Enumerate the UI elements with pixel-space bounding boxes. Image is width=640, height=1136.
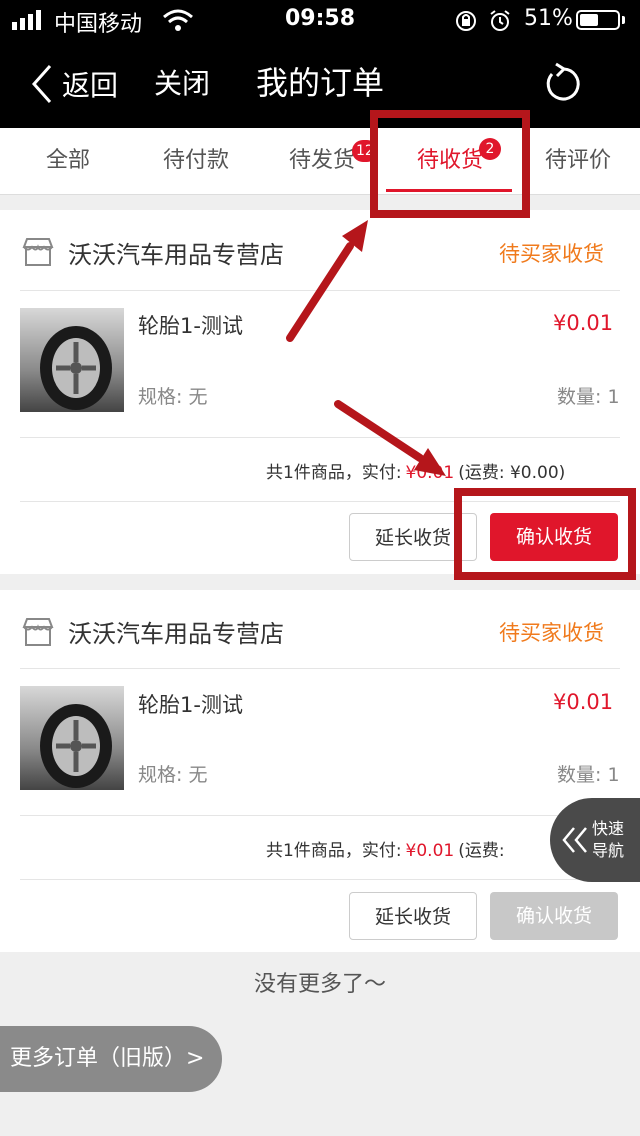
battery-icon [576, 10, 620, 30]
store-name[interactable]: 沃沃汽车用品专营店 [68, 614, 284, 649]
product-price: ¥0.01 [553, 311, 614, 335]
product-name[interactable]: 轮胎1-测试 [138, 310, 243, 340]
order-status: 待买家收货 [499, 242, 604, 266]
double-chevron-left-icon [562, 827, 587, 853]
tire-image[interactable] [20, 686, 124, 790]
product-price: ¥0.01 [553, 690, 614, 714]
store-icon [22, 618, 54, 646]
quick-nav-label: 快速 导航 [592, 818, 624, 862]
tab-all[interactable]: 全部 [4, 128, 132, 194]
divider [20, 290, 620, 291]
quick-nav-label-line2: 导航 [592, 841, 625, 860]
divider [20, 879, 620, 880]
battery-level [580, 14, 598, 26]
summary-shipping: (运费: ¥0.00) [458, 463, 566, 483]
divider [20, 668, 620, 669]
quick-nav-button[interactable]: 快速 导航 [550, 798, 640, 882]
store-name[interactable]: 沃沃汽车用品专营店 [68, 235, 284, 270]
quick-nav-label-line1: 快速 [592, 819, 625, 838]
refresh-icon[interactable] [542, 62, 586, 106]
summary-amount: ¥0.01 [405, 841, 455, 861]
divider [20, 815, 620, 816]
battery-percent: 51% [524, 6, 573, 31]
highlight-box-tab [370, 110, 530, 218]
lock-rotation-icon [456, 11, 476, 31]
confirm-receipt-button[interactable]: 确认收货 [490, 892, 618, 940]
tab-pending-review[interactable]: 待评价 [514, 128, 640, 194]
order-status: 待买家收货 [499, 621, 604, 645]
summary-prefix: 共1件商品，实付: [266, 463, 402, 483]
product-quantity: 数量: 1 [557, 764, 620, 786]
tab-pending-payment[interactable]: 待付款 [132, 128, 260, 194]
highlight-box-confirm [454, 488, 636, 580]
store-icon [22, 238, 54, 266]
alarm-icon [490, 10, 510, 31]
divider [20, 437, 620, 438]
summary-prefix: 共1件商品，实付: [266, 841, 402, 861]
product-spec: 规格: 无 [138, 764, 208, 786]
summary-amount: ¥0.01 [405, 463, 455, 483]
product-name[interactable]: 轮胎1-测试 [138, 689, 243, 719]
order-summary: 共1件商品，实付: ¥0.01 (运费: [266, 836, 505, 861]
no-more-text: 没有更多了～ [253, 972, 386, 997]
order-summary: 共1件商品，实付: ¥0.01 (运费: ¥0.00) [266, 458, 565, 483]
product-spec: 规格: 无 [138, 386, 208, 408]
tire-image[interactable] [20, 308, 124, 412]
summary-shipping: (运费: [458, 841, 505, 861]
old-orders-button[interactable]: 更多订单（旧版）> [0, 1026, 222, 1092]
battery-tip [622, 16, 625, 24]
extend-receipt-button[interactable]: 延长收货 [349, 892, 477, 940]
order-tabs: 全部 待付款 待发货 待收货 待评价 [0, 128, 640, 195]
product-quantity: 数量: 1 [557, 386, 620, 408]
